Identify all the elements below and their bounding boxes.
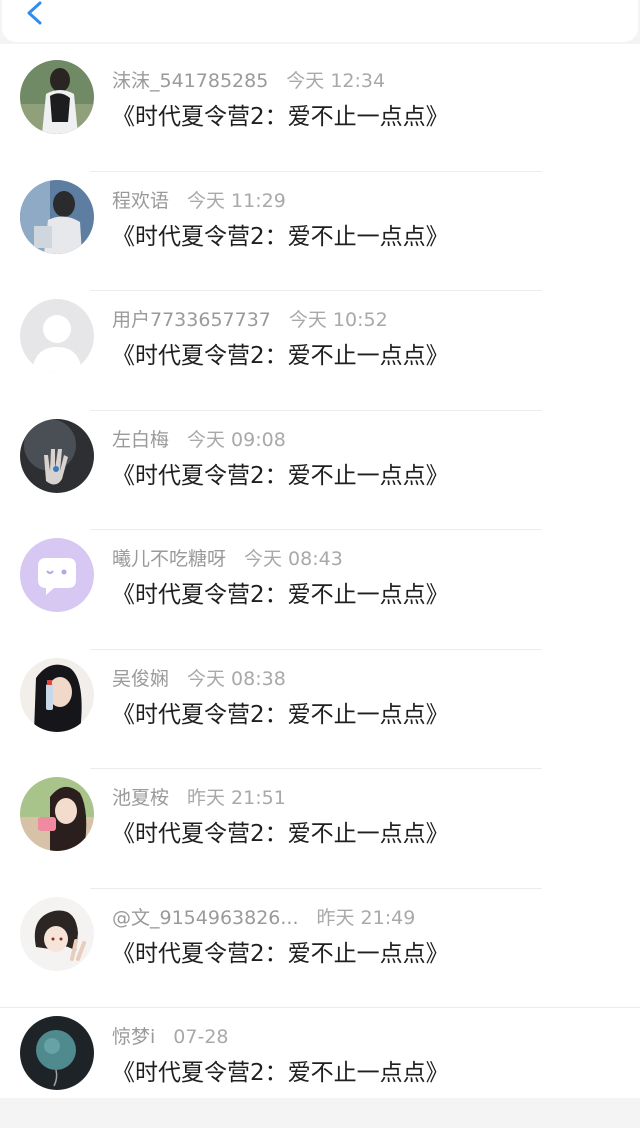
username[interactable]: 曦儿不吃糖呀 [112, 548, 226, 570]
timestamp: 今天 11:29 [187, 189, 286, 212]
comment-text: 《时代夏令营2：爱不止一点点》 [112, 582, 449, 608]
username[interactable]: 左白梅 [112, 429, 169, 451]
avatar[interactable] [20, 538, 94, 612]
comment-item[interactable]: 池夏桉 昨天 21:51 《时代夏令营2：爱不止一点点》 [0, 769, 640, 889]
avatar[interactable] [20, 299, 94, 373]
comment-item[interactable]: 用户7733657737 今天 10:52 《时代夏令营2：爱不止一点点》 [0, 291, 640, 411]
header-card [2, 0, 638, 42]
timestamp: 今天 08:43 [244, 548, 343, 570]
comment-item[interactable]: 沫沫_541785285 今天 12:34 《时代夏令营2：爱不止一点点》 [0, 52, 640, 172]
comment-text: 《时代夏令营2：爱不止一点点》 [112, 701, 449, 728]
avatar[interactable] [20, 896, 94, 971]
avatar[interactable] [20, 60, 94, 134]
avatar[interactable] [20, 179, 94, 254]
avatar[interactable] [20, 777, 94, 851]
comment-item[interactable]: 左白梅 今天 09:08 《时代夏令营2：爱不止一点点》 [0, 411, 640, 530]
username[interactable]: 惊梦i [112, 1026, 155, 1048]
comment-item[interactable]: 惊梦i 07-28 《时代夏令营2：爱不止一点点》 [0, 1008, 640, 1128]
comment-list: 沫沫_541785285 今天 12:34 《时代夏令营2：爱不止一点点》 程欢语… [0, 44, 640, 1098]
comment-text: 《时代夏令营2：爱不止一点点》 [112, 821, 449, 847]
comment-text: 《时代夏令营2：爱不止一点点》 [112, 223, 449, 250]
comment-item[interactable]: 吴俊娴 今天 08:38 《时代夏令营2：爱不止一点点》 [0, 650, 640, 769]
comment-item[interactable]: 曦儿不吃糖呀 今天 08:43 《时代夏令营2：爱不止一点点》 [0, 530, 640, 650]
avatar[interactable] [20, 657, 94, 732]
comment-text: 《时代夏令营2：爱不止一点点》 [112, 1060, 449, 1086]
username[interactable]: 沫沫_541785285 [112, 70, 268, 92]
timestamp: 今天 09:08 [187, 428, 286, 451]
chevron-left-icon[interactable] [16, 0, 56, 38]
comment-text: 《时代夏令营2：爱不止一点点》 [112, 104, 449, 130]
avatar[interactable] [20, 418, 94, 493]
username[interactable]: 用户7733657737 [112, 309, 271, 331]
timestamp: 昨天 21:49 [316, 906, 416, 929]
comment-item[interactable]: @文_9154963826... 昨天 21:49 《时代夏令营2：爱不止一点点》 [0, 889, 640, 1008]
comment-text: 《时代夏令营2：爱不止一点点》 [112, 462, 449, 489]
comment-text: 《时代夏令营2：爱不止一点点》 [112, 343, 449, 369]
top-bar [0, 0, 640, 44]
username[interactable]: @文_9154963826... [112, 907, 299, 929]
avatar[interactable] [20, 1016, 94, 1090]
timestamp: 今天 10:52 [288, 309, 388, 331]
timestamp: 昨天 21:51 [187, 787, 286, 809]
username[interactable]: 程欢语 [112, 190, 169, 212]
timestamp: 07-28 [173, 1026, 229, 1048]
username[interactable]: 吴俊娴 [112, 668, 169, 690]
timestamp: 今天 12:34 [286, 70, 386, 92]
timestamp: 今天 08:38 [187, 667, 286, 690]
comment-item[interactable]: 程欢语 今天 11:29 《时代夏令营2：爱不止一点点》 [0, 172, 640, 291]
username[interactable]: 池夏桉 [112, 787, 169, 809]
comment-text: 《时代夏令营2：爱不止一点点》 [112, 940, 449, 967]
